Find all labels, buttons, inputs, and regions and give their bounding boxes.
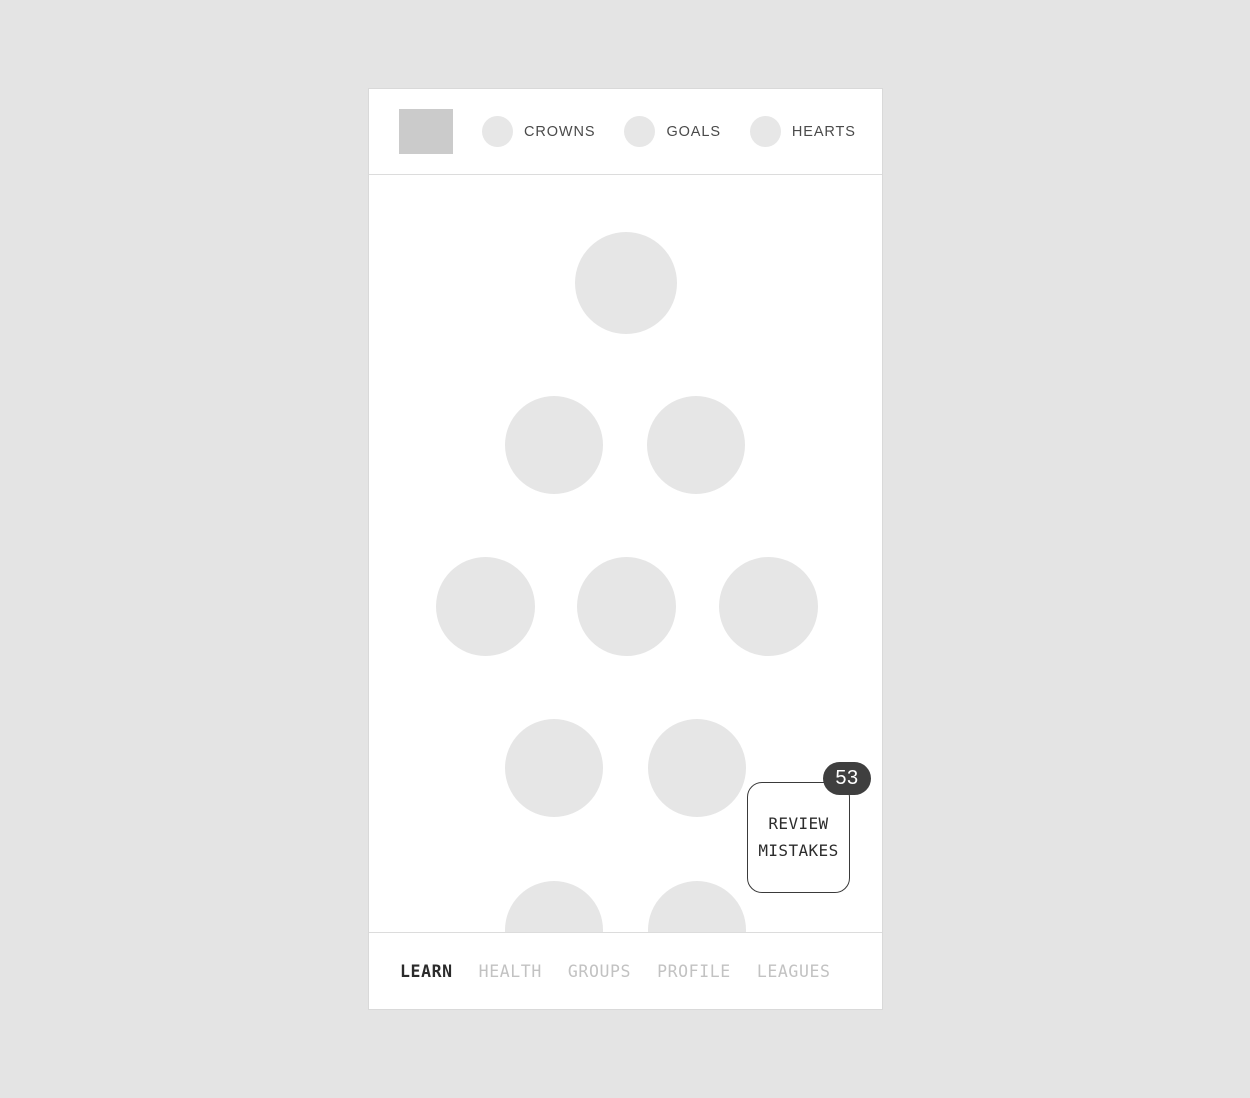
- nav-item-groups[interactable]: GROUPS: [568, 962, 631, 981]
- review-mistakes-button[interactable]: REVIEW MISTAKES: [747, 782, 850, 893]
- review-mistakes-badge: 53: [823, 762, 871, 795]
- nav-item-profile[interactable]: PROFILE: [657, 962, 731, 981]
- review-mistakes-label: REVIEW MISTAKES: [758, 814, 839, 860]
- nav-item-health[interactable]: HEALTH: [479, 962, 542, 981]
- stat-item-goals[interactable]: GOALS: [624, 116, 720, 147]
- stat-label-goals: GOALS: [666, 123, 721, 140]
- top-stats-bar: CROWNS GOALS HEARTS: [369, 89, 882, 175]
- flag-icon[interactable]: [399, 109, 453, 154]
- lesson-node-2[interactable]: [505, 396, 603, 494]
- target-icon: [624, 116, 656, 147]
- stat-label-hearts: HEARTS: [791, 123, 856, 140]
- lesson-node-9[interactable]: [505, 881, 603, 932]
- learning-path-area: REVIEW MISTAKES 53: [369, 175, 882, 932]
- lesson-node-7[interactable]: [505, 719, 603, 817]
- lesson-node-10[interactable]: [648, 881, 746, 932]
- stat-item-crowns[interactable]: CROWNS: [482, 116, 595, 147]
- stat-item-hearts[interactable]: HEARTS: [749, 116, 856, 147]
- lesson-node-3[interactable]: [647, 396, 745, 494]
- crown-icon: [482, 116, 513, 147]
- nav-item-leagues[interactable]: LEAGUES: [757, 962, 831, 981]
- lesson-node-6[interactable]: [719, 557, 818, 656]
- stat-label-crowns: CROWNS: [524, 123, 596, 140]
- review-mistakes-badge-count: 53: [835, 767, 859, 789]
- heart-icon: [749, 116, 781, 147]
- lesson-node-5[interactable]: [577, 557, 676, 656]
- phone-frame: CROWNS GOALS HEARTS REVIEW MISTAKES 53 L…: [368, 88, 883, 1010]
- nav-item-learn[interactable]: LEARN: [400, 962, 453, 981]
- lesson-node-8[interactable]: [648, 719, 746, 817]
- lesson-node-1[interactable]: [575, 232, 677, 334]
- lesson-node-4[interactable]: [436, 557, 535, 656]
- bottom-nav-bar: LEARN HEALTH GROUPS PROFILE LEAGUES: [369, 932, 882, 1009]
